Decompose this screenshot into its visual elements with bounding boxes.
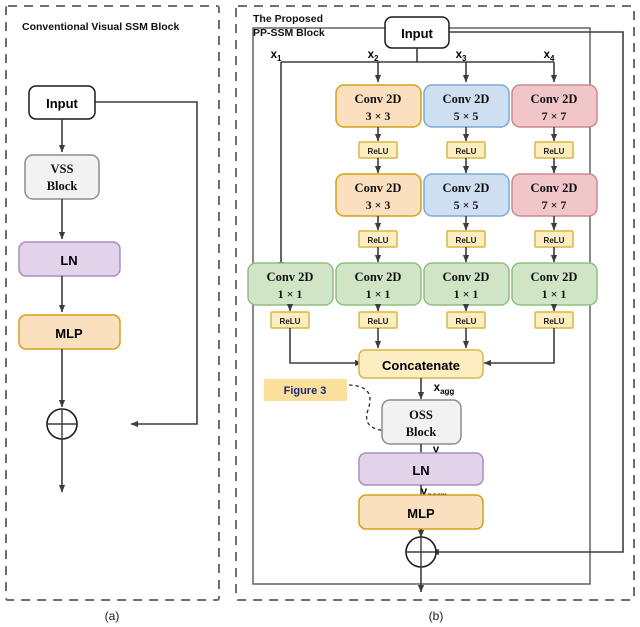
panel-b-input-label: Input	[401, 26, 433, 41]
oss-block-label-line1: OSS	[409, 408, 433, 422]
conv-row3-col4-name: Conv 2D	[531, 270, 578, 284]
relu-row3-col3-label: ReLU	[456, 317, 477, 326]
conv-row3-col1-name: Conv 2D	[267, 270, 314, 284]
relu-row2-col3-label: ReLU	[456, 236, 477, 245]
conv-row3-col1-kernel: 1 × 1	[278, 287, 303, 301]
panel-a-title: Conventional Visual SSM Block	[22, 21, 180, 33]
oss-block-label-line2: Block	[406, 425, 437, 439]
branch-label-x4: x4	[544, 49, 555, 63]
conv-row2-col4-kernel: 7 × 7	[542, 198, 567, 212]
conv-row3-col2-kernel: 1 × 1	[366, 287, 391, 301]
concatenate-label: Concatenate	[382, 358, 460, 373]
conv-row1-col4-name: Conv 2D	[531, 92, 578, 106]
panel-a-input-label: Input	[46, 96, 78, 111]
relu-row2-col4-label: ReLU	[544, 236, 565, 245]
conv-row1-col3-kernel: 5 × 5	[454, 109, 479, 123]
panel-a-mlp-label: MLP	[55, 326, 83, 341]
edge-label-x-agg: xagg	[434, 382, 455, 396]
panel-a-ln-label: LN	[60, 253, 77, 268]
edge-relu3-concat-col4	[483, 328, 555, 367]
conv-row2-col3-kernel: 5 × 5	[454, 198, 479, 212]
conv-row3-col3-kernel: 1 × 1	[454, 287, 479, 301]
relu-row3-col2-label: ReLU	[368, 317, 389, 326]
branch-label-x2: x2	[368, 49, 379, 63]
panel-b-title-line1: The Proposed	[253, 13, 323, 25]
panel-b-title-line2: PP-SSM Block	[253, 27, 325, 39]
diagram-canvas: Conventional Visual SSM Block Input VSS …	[5, 5, 635, 623]
branch-label-x3: x3	[456, 49, 467, 63]
edge-relu3-concat-col1	[289, 328, 363, 367]
relu-row1-col3-label: ReLU	[456, 147, 477, 156]
conv-row3-col3-name: Conv 2D	[443, 270, 490, 284]
conv-row3-col4-kernel: 1 × 1	[542, 287, 567, 301]
panel-b-caption: (b)	[429, 609, 444, 623]
conv-row2-col2-name: Conv 2D	[355, 181, 402, 195]
panel-a-vss-label-line2: Block	[47, 179, 78, 193]
panel-a-vss-label-line1: VSS	[51, 162, 74, 176]
conv-row1-col4-kernel: 7 × 7	[542, 109, 567, 123]
relu-row1-col4-label: ReLU	[544, 147, 565, 156]
conv-row2-col3-name: Conv 2D	[443, 181, 490, 195]
figure-root: Conventional Visual SSM Block Input VSS …	[0, 0, 640, 627]
panel-b-mlp-label: MLP	[407, 506, 435, 521]
conv-row3-col2-name: Conv 2D	[355, 270, 402, 284]
branch-label-x1: x1	[271, 49, 282, 63]
panel-b-ln-label: LN	[412, 463, 429, 478]
figure-3-callout-label: Figure 3	[284, 385, 327, 397]
relu-row3-col1-label: ReLU	[280, 317, 301, 326]
relu-row2-col2-label: ReLU	[368, 236, 389, 245]
panel-a-caption: (a)	[105, 609, 120, 623]
conv-row1-col2-kernel: 3 × 3	[366, 109, 391, 123]
panel-b-branch-bus	[281, 48, 554, 63]
conv-row2-col2-kernel: 3 × 3	[366, 198, 391, 212]
conv-row2-col4-name: Conv 2D	[531, 181, 578, 195]
conv-row1-col3-name: Conv 2D	[443, 92, 490, 106]
relu-row3-col4-label: ReLU	[544, 317, 565, 326]
conv-row1-col2-name: Conv 2D	[355, 92, 402, 106]
relu-row1-col2-label: ReLU	[368, 147, 389, 156]
